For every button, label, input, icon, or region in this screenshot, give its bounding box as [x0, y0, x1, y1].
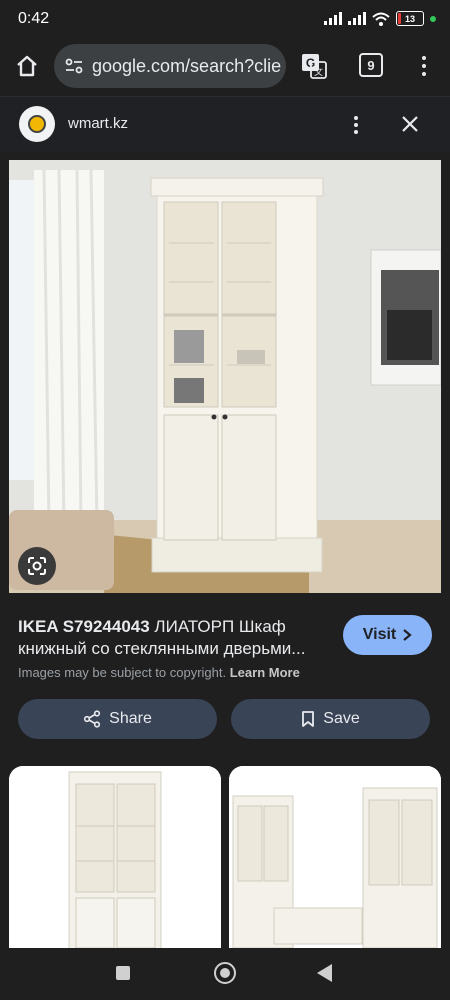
- visit-label: Visit: [362, 626, 397, 643]
- translate-button[interactable]: G文: [300, 52, 328, 80]
- copyright-text: Images may be subject to copyright.: [18, 665, 227, 680]
- furniture-set-thumb: [229, 766, 441, 948]
- signal-icon: [348, 12, 366, 25]
- browser-toolbar: google.com/search?clie G文 9: [0, 38, 450, 96]
- site-more-icon[interactable]: [350, 111, 362, 139]
- result-title[interactable]: IKEA S79244043 ЛИАТОРП Шкаф книжный со с…: [18, 616, 338, 660]
- learn-more-link[interactable]: Learn More: [230, 665, 300, 680]
- home-button[interactable]: [13, 52, 41, 80]
- lens-icon: [28, 557, 46, 575]
- site-favicon: [19, 106, 55, 142]
- status-icons: 13: [324, 11, 436, 26]
- wifi-icon: [372, 12, 390, 26]
- svg-text:文: 文: [314, 66, 323, 77]
- share-label: Share: [109, 710, 152, 727]
- back-button[interactable]: [317, 964, 332, 982]
- chevron-right-icon: [403, 629, 412, 641]
- site-info-icon: [65, 58, 83, 74]
- site-header: wmart.kz: [0, 96, 450, 153]
- battery-icon: 13: [396, 11, 424, 26]
- more-vert-icon[interactable]: [414, 52, 434, 80]
- share-icon: [84, 710, 101, 728]
- recents-button[interactable]: [116, 966, 130, 980]
- save-button[interactable]: Save: [231, 699, 430, 739]
- site-name[interactable]: wmart.kz: [68, 115, 128, 132]
- home-nav-button[interactable]: [214, 962, 236, 984]
- main-product-image[interactable]: [9, 160, 441, 593]
- home-icon: [17, 55, 37, 77]
- lens-button[interactable]: [18, 547, 56, 585]
- related-image-1[interactable]: [9, 766, 221, 948]
- result-title-brand: IKEA S79244043: [18, 617, 150, 636]
- copyright-notice: Images may be subject to copyright. Lear…: [18, 665, 300, 680]
- battery-text: 13: [404, 13, 415, 24]
- close-button[interactable]: [397, 111, 423, 137]
- url-text: google.com/search?clie: [92, 55, 282, 76]
- related-image-2[interactable]: [229, 766, 441, 948]
- tabs-button[interactable]: 9: [359, 53, 383, 77]
- save-label: Save: [323, 710, 360, 727]
- share-button[interactable]: Share: [18, 699, 217, 739]
- close-icon: [402, 116, 418, 132]
- tab-count: 9: [367, 57, 375, 73]
- address-bar[interactable]: google.com/search?clie: [54, 44, 286, 88]
- translate-icon: G文: [302, 54, 327, 79]
- bookcase-photo: [9, 160, 441, 593]
- status-bar: 0:42 13: [0, 0, 450, 38]
- status-time: 0:42: [18, 10, 50, 27]
- privacy-dot-icon: [430, 15, 436, 22]
- signal-icon: [324, 12, 342, 25]
- bookmark-icon: [302, 711, 315, 727]
- battery-level: [398, 13, 402, 24]
- visit-button[interactable]: Visit: [343, 615, 432, 655]
- bookcase-thumb: [9, 766, 221, 948]
